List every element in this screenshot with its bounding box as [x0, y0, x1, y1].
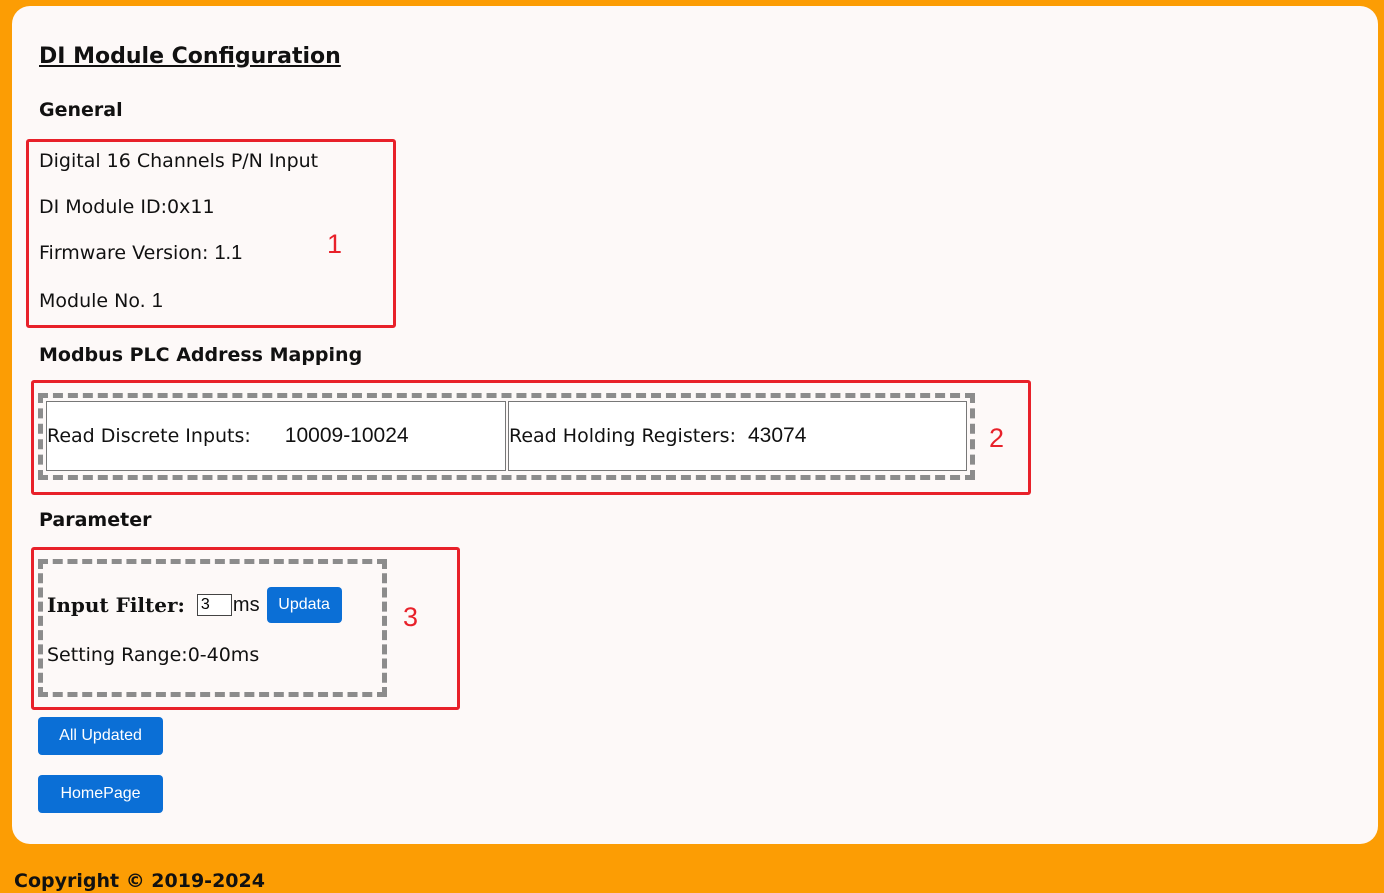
annotation-number-1: 1: [327, 229, 343, 259]
copyright-footer: Copyright © 2019-2024: [14, 870, 265, 892]
general-heading: General: [39, 99, 123, 121]
mapping-heading: Modbus PLC Address Mapping: [39, 344, 363, 366]
all-updated-button[interactable]: All Updated: [38, 717, 163, 755]
page-title: DI Module Configuration: [39, 44, 341, 69]
annotation-number-2: 2: [989, 423, 1005, 453]
parameter-heading: Parameter: [39, 509, 152, 531]
annotation-box-3: [31, 547, 460, 710]
annotation-box-2: [31, 380, 1031, 495]
homepage-button[interactable]: HomePage: [38, 775, 163, 813]
annotation-number-3: 3: [403, 602, 419, 632]
